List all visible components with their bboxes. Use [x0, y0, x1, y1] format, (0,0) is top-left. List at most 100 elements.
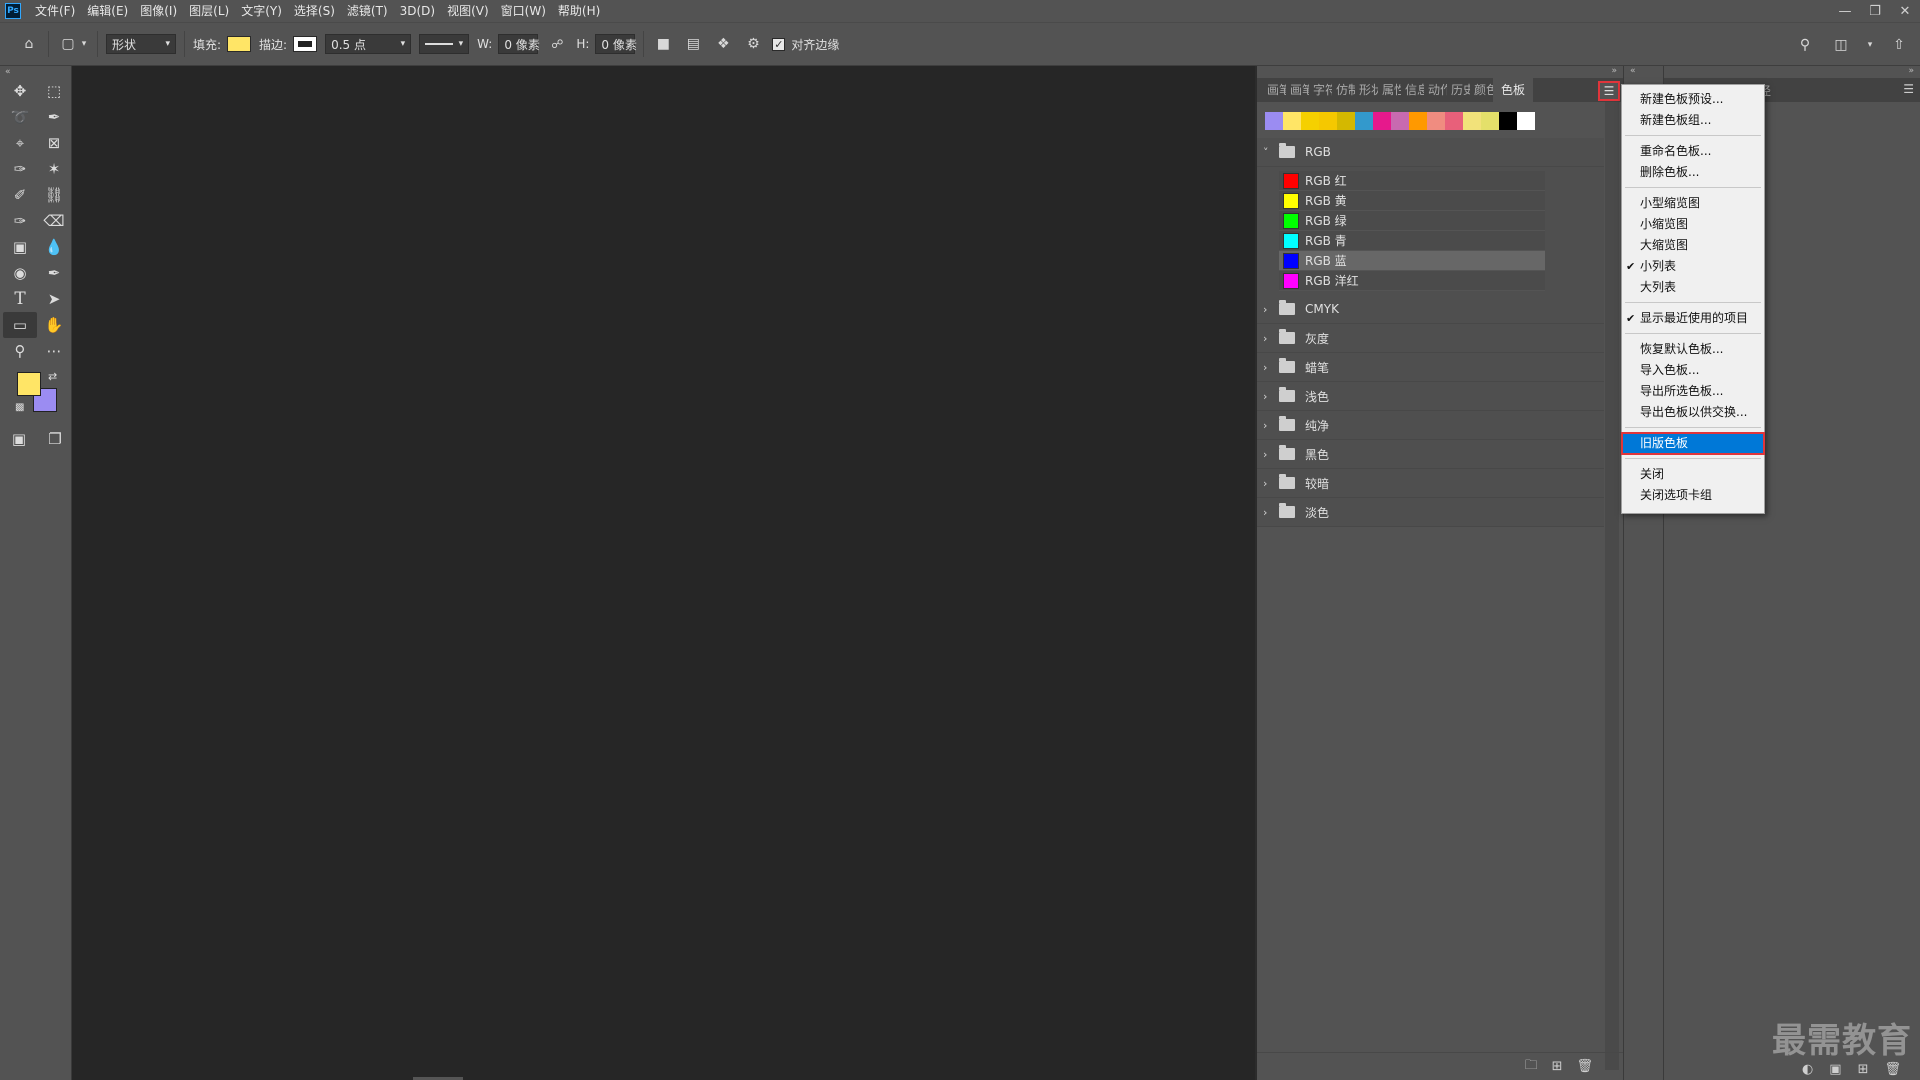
new-layer-icon[interactable]: ⊞	[1858, 1062, 1869, 1077]
menu-item[interactable]: 窗口(W)	[495, 0, 552, 22]
gradient-tool-icon[interactable]: ▣	[3, 234, 37, 260]
swatch-group-row[interactable]: › 淡色	[1257, 498, 1604, 527]
zoom-tool-icon[interactable]: ⚲	[3, 338, 37, 364]
panel-tab[interactable]: 仿制	[1332, 78, 1355, 102]
workspace-icon[interactable]: ◫	[1830, 37, 1852, 53]
quick-select-tool-icon[interactable]: ✒	[37, 104, 71, 130]
chevron-right-icon[interactable]: ›	[1263, 303, 1277, 316]
path-arrangement-icon[interactable]: ❖	[712, 36, 734, 52]
swatch-item[interactable]: RGB 青	[1279, 231, 1545, 251]
blur-tool-icon[interactable]: 💧	[37, 234, 71, 260]
chevron-right-icon[interactable]: ›	[1263, 419, 1277, 432]
flyout-menu-item[interactable]: 大列表	[1622, 277, 1764, 298]
swatch-item[interactable]: RGB 蓝	[1279, 251, 1545, 271]
collapse-layers-icon[interactable]: »	[1908, 66, 1914, 76]
flyout-menu-item[interactable]: 大缩览图	[1622, 235, 1764, 256]
chevron-right-icon[interactable]: ›	[1263, 361, 1277, 374]
flyout-menu-item[interactable]: 恢复默认色板...	[1622, 339, 1764, 360]
panel-tab[interactable]: 画笔	[1263, 78, 1286, 102]
flyout-menu-item[interactable]: 删除色板...	[1622, 162, 1764, 183]
menu-item[interactable]: 文字(Y)	[235, 0, 288, 22]
panel-tab[interactable]: 历史	[1447, 78, 1470, 102]
collapse-toolbox-icon[interactable]: «	[0, 66, 71, 78]
width-field[interactable]: 0 像素	[498, 34, 540, 54]
align-edges-toggle[interactable]: ✓ 对齐边缘	[772, 36, 845, 53]
flyout-menu-item[interactable]: 关闭选项卡组	[1622, 485, 1764, 506]
quick-mask-icon[interactable]: ▣	[8, 428, 30, 450]
hamburger-menu-icon[interactable]: ☰	[1903, 82, 1914, 96]
gear-icon[interactable]: ⚙	[742, 36, 764, 52]
chevron-right-icon[interactable]: ›	[1263, 332, 1277, 345]
swatch-group-row[interactable]: › 纯净	[1257, 411, 1604, 440]
recent-swatch[interactable]	[1409, 112, 1427, 130]
trash-icon[interactable]: 🗑	[1576, 1059, 1593, 1074]
dodge-tool-icon[interactable]: ◉	[3, 260, 37, 286]
recent-swatch[interactable]	[1373, 112, 1391, 130]
recent-swatch[interactable]	[1391, 112, 1409, 130]
panel-tab[interactable]: 属性	[1378, 78, 1401, 102]
panel-tab[interactable]: 信息	[1401, 78, 1424, 102]
menu-item[interactable]: 编辑(E)	[81, 0, 134, 22]
history-brush-tool-icon[interactable]: ✑	[3, 208, 37, 234]
path-select-tool-icon[interactable]: ➤	[37, 286, 71, 312]
search-icon[interactable]: ⚲	[1794, 37, 1816, 53]
swatch-item[interactable]: RGB 洋红	[1279, 271, 1545, 291]
menu-item[interactable]: 视图(V)	[441, 0, 495, 22]
chevron-right-icon[interactable]: ›	[1263, 506, 1277, 519]
recent-swatch[interactable]	[1427, 112, 1445, 130]
swatch-item[interactable]: RGB 黄	[1279, 191, 1545, 211]
recent-swatch[interactable]	[1445, 112, 1463, 130]
flyout-menu-item[interactable]: 小列表	[1622, 256, 1764, 277]
flyout-menu-item[interactable]: 关闭	[1622, 464, 1764, 485]
recent-swatch[interactable]	[1283, 112, 1301, 130]
chevron-right-icon[interactable]: ›	[1263, 448, 1277, 461]
collapse-panel-icon[interactable]: »	[1611, 66, 1617, 76]
flyout-menu-item[interactable]: 显示最近使用的项目	[1622, 308, 1764, 329]
swatch-group-row[interactable]: › 较暗	[1257, 469, 1604, 498]
stroke-width-field[interactable]: 0.5 点 ▾	[325, 34, 412, 54]
path-operations-icon[interactable]: ■	[652, 36, 674, 52]
panel-scrollbar[interactable]	[1605, 102, 1619, 1070]
menu-item[interactable]: 滤镜(T)	[341, 0, 394, 22]
recent-swatch[interactable]	[1319, 112, 1337, 130]
panel-tab[interactable]: 颜色	[1470, 78, 1493, 102]
chevron-right-icon[interactable]: ›	[1263, 477, 1277, 490]
minimize-icon[interactable]: —	[1830, 0, 1860, 22]
panel-tab[interactable]: 画笔	[1286, 78, 1309, 102]
stroke-color-button[interactable]	[293, 36, 318, 52]
lasso-tool-icon[interactable]: ➰	[3, 104, 37, 130]
panel-tab[interactable]: 形状	[1355, 78, 1378, 102]
canvas-area[interactable]	[73, 66, 1255, 1080]
menu-item[interactable]: 图层(L)	[183, 0, 235, 22]
chevron-right-icon[interactable]: ›	[1263, 390, 1277, 403]
restore-icon[interactable]: ❐	[1860, 0, 1890, 22]
recent-swatch[interactable]	[1301, 112, 1319, 130]
swatch-group-row[interactable]: › 灰度	[1257, 324, 1604, 353]
trash-icon[interactable]: 🗑	[1884, 1062, 1901, 1077]
flyout-menu-item[interactable]: 小型缩览图	[1622, 193, 1764, 214]
new-swatch-icon[interactable]: ⊞	[1552, 1059, 1563, 1074]
crop-tool-icon[interactable]: ⌖	[3, 130, 37, 156]
recent-swatch[interactable]	[1517, 112, 1535, 130]
marquee-tool-icon[interactable]: ⬚	[37, 78, 71, 104]
panel-menu-button[interactable]: ☰	[1598, 81, 1620, 101]
menu-item[interactable]: 3D(D)	[394, 0, 441, 22]
flyout-menu-item[interactable]: 小缩览图	[1622, 214, 1764, 235]
swatch-group-row[interactable]: › 黑色	[1257, 440, 1604, 469]
align-edges-checkbox[interactable]: ✓	[772, 37, 786, 51]
recent-swatch[interactable]	[1481, 112, 1499, 130]
height-field[interactable]: 0 像素	[595, 34, 637, 54]
recent-swatch[interactable]	[1337, 112, 1355, 130]
pen-tool-icon[interactable]: ✒	[37, 260, 71, 286]
more-tools-icon[interactable]: ⋯	[37, 338, 71, 364]
flyout-menu-item[interactable]: 导出所选色板...	[1622, 381, 1764, 402]
menu-item[interactable]: 帮助(H)	[552, 0, 606, 22]
recent-swatch[interactable]	[1265, 112, 1283, 130]
close-icon[interactable]: ✕	[1890, 0, 1920, 22]
move-tool-icon[interactable]: ✥	[3, 78, 37, 104]
fill-color-button[interactable]	[227, 36, 252, 52]
home-icon[interactable]: ⌂	[18, 36, 40, 52]
link-icon[interactable]: ☍	[546, 37, 568, 51]
mask-icon[interactable]: ▣	[1829, 1062, 1841, 1077]
brush-tool-icon[interactable]: ✐	[3, 182, 37, 208]
